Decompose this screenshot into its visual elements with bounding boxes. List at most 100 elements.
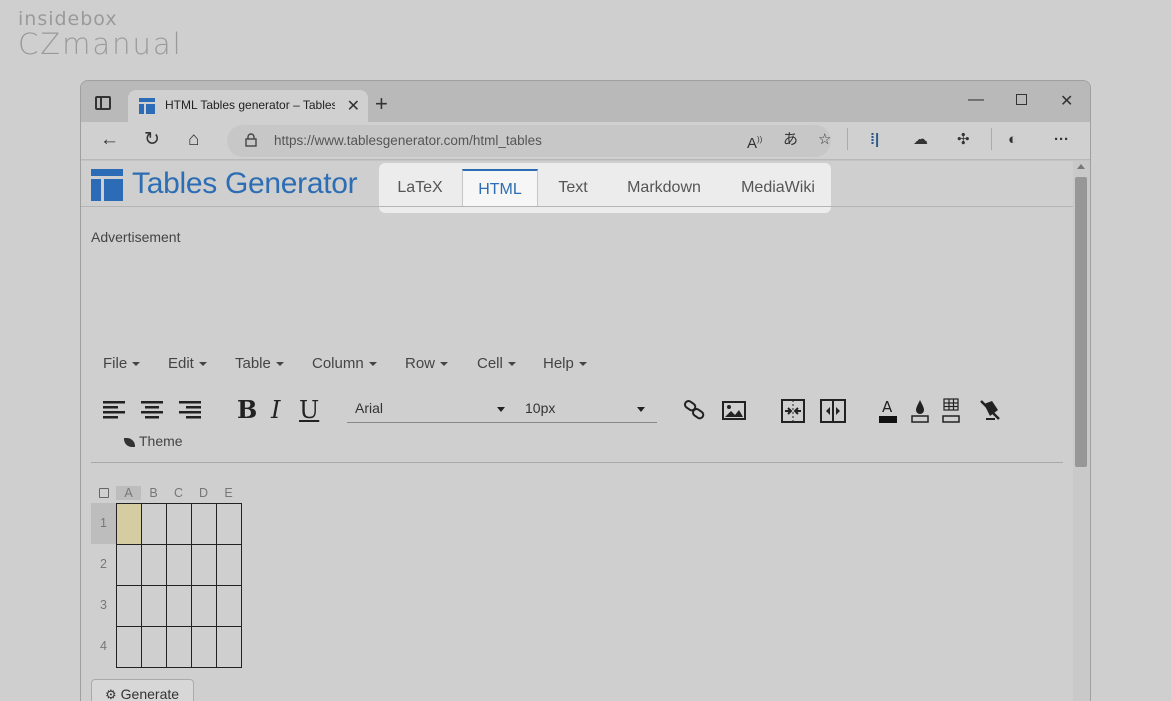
text-color-icon[interactable]: A bbox=[879, 397, 897, 423]
menu-row[interactable]: Row bbox=[405, 355, 449, 372]
table-cell-e1[interactable] bbox=[216, 503, 242, 545]
clear-formatting-icon[interactable] bbox=[978, 398, 1002, 422]
browser-window: HTML Tables generator – TablesGenerator.… bbox=[80, 80, 1091, 701]
menu-cell[interactable]: Cell bbox=[477, 355, 516, 372]
cloud-icon[interactable]: ☁ bbox=[913, 131, 928, 149]
table-cell-e3[interactable] bbox=[216, 585, 242, 627]
page-scrollbar[interactable] bbox=[1073, 161, 1090, 701]
leaf-icon bbox=[124, 437, 135, 447]
table-cell-a3[interactable] bbox=[116, 585, 142, 627]
table-cell-a4[interactable] bbox=[116, 626, 142, 668]
home-icon[interactable]: ⌂ bbox=[188, 130, 199, 150]
profile-icon[interactable]: ◐ bbox=[1008, 131, 1017, 149]
table-row bbox=[116, 544, 242, 586]
table-cell-d1[interactable] bbox=[191, 503, 217, 545]
toolbar-separator-2 bbox=[991, 128, 992, 150]
table-cell-a1[interactable] bbox=[116, 503, 142, 545]
close-tab-icon[interactable]: ✕ bbox=[347, 96, 360, 116]
column-header-c[interactable]: C bbox=[166, 486, 191, 500]
table-cell-c3[interactable] bbox=[166, 585, 192, 627]
menu-column[interactable]: Column bbox=[312, 355, 377, 372]
tab-text[interactable]: Text bbox=[549, 169, 597, 207]
extensions-puzzle-icon[interactable]: ✣ bbox=[957, 131, 970, 149]
menu-edit-label: Edit bbox=[168, 355, 194, 372]
table-cell-e4[interactable] bbox=[216, 626, 242, 668]
column-header-b[interactable]: B bbox=[141, 486, 166, 500]
translate-icon[interactable]: あ bbox=[783, 131, 798, 149]
column-header-a[interactable]: A bbox=[116, 486, 141, 500]
tab-html[interactable]: HTML bbox=[462, 169, 538, 207]
toolbar-divider bbox=[91, 462, 1063, 463]
table-cell-b2[interactable] bbox=[141, 544, 167, 586]
table-cell-b1[interactable] bbox=[141, 503, 167, 545]
add-favorite-icon[interactable]: ☆ bbox=[818, 131, 831, 149]
menu-cell-label: Cell bbox=[477, 355, 503, 372]
table-cell-c4[interactable] bbox=[166, 626, 192, 668]
generate-button[interactable]: ⚙ Generate bbox=[91, 679, 194, 701]
table-cell-e2[interactable] bbox=[216, 544, 242, 586]
table-row bbox=[116, 626, 242, 668]
gears-icon: ⚙ bbox=[105, 687, 117, 701]
scroll-up-icon[interactable] bbox=[1077, 164, 1085, 169]
menu-edit[interactable]: Edit bbox=[168, 355, 207, 372]
row-header-4[interactable]: 4 bbox=[91, 626, 116, 667]
dropdown-arrow-icon bbox=[497, 407, 505, 412]
tab-actions-icon[interactable] bbox=[95, 96, 111, 110]
refresh-icon[interactable]: ↻ bbox=[144, 130, 160, 150]
select-all-checkbox[interactable] bbox=[99, 488, 109, 498]
tab-mediawiki[interactable]: MediaWiki bbox=[731, 169, 825, 207]
background-color-icon[interactable] bbox=[911, 397, 929, 423]
italic-button[interactable]: I bbox=[271, 395, 280, 425]
font-family-select[interactable]: Arial bbox=[347, 395, 517, 423]
more-menu-icon[interactable]: ··· bbox=[1054, 131, 1069, 149]
row-header-1[interactable]: 1 bbox=[91, 503, 116, 544]
extension-icon[interactable]: ⁞| bbox=[870, 131, 879, 149]
underline-button[interactable]: U bbox=[299, 395, 319, 425]
table-cell-d4[interactable] bbox=[191, 626, 217, 668]
bold-button[interactable]: B bbox=[237, 395, 257, 425]
table-cell-c2[interactable] bbox=[166, 544, 192, 586]
browser-tab[interactable]: HTML Tables generator – TablesGenerator.… bbox=[128, 90, 368, 122]
menu-file[interactable]: File bbox=[103, 355, 141, 372]
chevron-down-icon bbox=[578, 362, 587, 367]
tab-strip: HTML Tables generator – TablesGenerator.… bbox=[81, 81, 1090, 122]
split-cells-icon[interactable] bbox=[820, 399, 846, 423]
chevron-down-icon bbox=[198, 362, 207, 367]
close-window-icon[interactable]: ✕ bbox=[1060, 91, 1073, 111]
back-icon[interactable]: ← bbox=[100, 130, 119, 150]
align-center-icon[interactable] bbox=[141, 401, 165, 419]
menu-column-label: Column bbox=[312, 355, 364, 372]
align-left-icon[interactable] bbox=[103, 401, 127, 419]
border-style-icon[interactable] bbox=[942, 397, 960, 423]
dropdown-arrow-icon bbox=[637, 407, 645, 412]
svg-text:A: A bbox=[882, 398, 893, 416]
theme-button[interactable]: Theme bbox=[124, 433, 183, 449]
column-header-d[interactable]: D bbox=[191, 486, 216, 500]
address-bar[interactable]: https://www.tablesgenerator.com/html_tab… bbox=[227, 125, 831, 157]
minimize-icon[interactable]: — bbox=[968, 91, 984, 109]
read-aloud-icon[interactable]: A)) bbox=[747, 131, 762, 153]
menu-table[interactable]: Table bbox=[235, 355, 284, 372]
table-cell-d2[interactable] bbox=[191, 544, 217, 586]
font-size-select[interactable]: 10px bbox=[517, 395, 657, 423]
column-header-e[interactable]: E bbox=[216, 486, 241, 500]
menu-file-label: File bbox=[103, 355, 128, 372]
table-cell-d3[interactable] bbox=[191, 585, 217, 627]
image-icon[interactable] bbox=[722, 401, 746, 420]
new-tab-icon[interactable]: + bbox=[375, 91, 388, 117]
merge-cells-icon[interactable] bbox=[781, 399, 805, 423]
table-cell-b3[interactable] bbox=[141, 585, 167, 627]
table-cell-b4[interactable] bbox=[141, 626, 167, 668]
scrollbar-thumb[interactable] bbox=[1075, 177, 1087, 467]
tab-latex[interactable]: LaTeX bbox=[391, 169, 449, 207]
link-icon[interactable] bbox=[684, 399, 706, 421]
row-header-3[interactable]: 3 bbox=[91, 585, 116, 626]
maximize-icon[interactable] bbox=[1016, 94, 1027, 105]
table-cell-a2[interactable] bbox=[116, 544, 142, 586]
align-right-icon[interactable] bbox=[179, 401, 203, 419]
table-cell-c1[interactable] bbox=[166, 503, 192, 545]
menu-help[interactable]: Help bbox=[543, 355, 587, 372]
row-header-2[interactable]: 2 bbox=[91, 544, 116, 585]
tab-markdown[interactable]: Markdown bbox=[618, 169, 710, 207]
chevron-down-icon bbox=[440, 362, 449, 367]
